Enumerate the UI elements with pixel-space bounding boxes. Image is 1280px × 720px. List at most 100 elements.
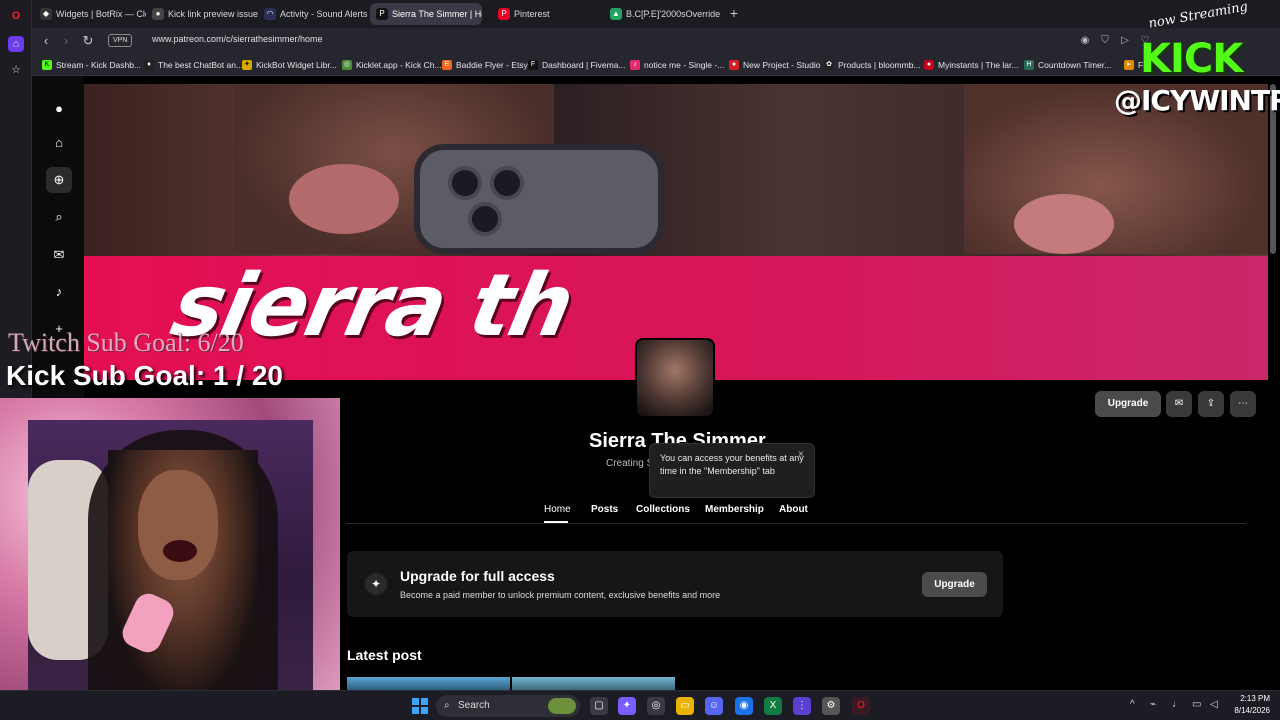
vpn-badge[interactable]: VPN: [108, 34, 133, 47]
tab-membership[interactable]: Membership: [705, 504, 764, 515]
bell-icon[interactable]: ♪: [50, 283, 68, 301]
more-icon[interactable]: ⋯: [1230, 391, 1256, 417]
camera-icon[interactable]: ◉: [1078, 34, 1092, 48]
opera-icon[interactable]: O: [852, 697, 870, 715]
bloom-icon: ✿: [824, 60, 834, 70]
tab-soundalerts[interactable]: ◠ Activity - Sound Alerts: [258, 3, 370, 25]
display-icon[interactable]: ▭: [1192, 699, 1201, 710]
bookmark-item[interactable]: ● Myinstants | The lar...: [924, 58, 1018, 72]
bookmark-label: notice me - Single -...: [644, 60, 725, 70]
bookmark-label: KickBot Widget Libr...: [256, 60, 337, 70]
bookmark-item[interactable]: ◎ Kicklet.app - Kick Ch...: [342, 58, 442, 72]
tab-posts[interactable]: Posts: [591, 504, 618, 515]
excel-icon[interactable]: X: [764, 697, 782, 715]
opera-logo-icon[interactable]: O: [8, 8, 24, 24]
workspace-icon[interactable]: ⌂: [8, 36, 24, 52]
share-icon[interactable]: ⇪: [1198, 391, 1224, 417]
search-highlight-icon: [548, 698, 576, 714]
bookmark-label: Products | bloommb...: [838, 60, 921, 70]
kick-sub-goal: Kick Sub Goal: 1 / 20: [6, 360, 283, 391]
tray-chevron-icon[interactable]: ^: [1130, 699, 1135, 710]
tab-home[interactable]: Home: [544, 504, 571, 515]
post-thumbnail[interactable]: [512, 677, 675, 690]
tab-bar: ◆ Widgets | BotRix — Cloud ● Kick link p…: [32, 0, 1280, 28]
bookmark-label: Baddie Flyer - Etsy: [456, 60, 528, 70]
drive-icon: ▲: [610, 8, 622, 20]
windows-start-icon[interactable]: [412, 698, 428, 714]
bookmark-item[interactable]: ✿ Products | bloommb...: [824, 58, 921, 72]
creator-subtitle: Creating S: [606, 458, 654, 469]
active-tab-indicator: [544, 521, 568, 523]
botrix-icon: ◆: [40, 8, 52, 20]
tab-about[interactable]: About: [779, 504, 808, 515]
bookmark-item[interactable]: K Stream - Kick Dashb...: [42, 58, 141, 72]
etsy-icon: E: [442, 60, 452, 70]
soundalerts-icon: ◠: [264, 8, 276, 20]
github-icon: ●: [152, 8, 164, 20]
tab-drive[interactable]: ▲ B.C[P.E]'2000sOverrides'P: [604, 3, 720, 25]
bookmark-item[interactable]: E Baddie Flyer - Etsy: [442, 58, 528, 72]
bookmark-item[interactable]: F Dashboard | Fivema...: [528, 58, 625, 72]
copilot-icon[interactable]: ✦: [618, 697, 636, 715]
tab-botrix[interactable]: ◆ Widgets | BotRix — Cloud: [34, 3, 146, 25]
volume-icon[interactable]: ◁: [1210, 699, 1218, 710]
tab-patreon[interactable]: P Sierra The Simmer | Home: [370, 3, 482, 25]
creator-avatar[interactable]: [635, 338, 715, 418]
task-view-icon[interactable]: ▢: [590, 697, 608, 715]
url-field[interactable]: www.patreon.com/c/sierrathesimmer/home: [152, 34, 323, 44]
clock-time[interactable]: 2:13 PM: [1238, 694, 1270, 703]
mic-tray-icon[interactable]: ♩: [1172, 699, 1182, 710]
tab-pinterest[interactable]: P Pinterest: [492, 3, 604, 25]
bookmark-item[interactable]: H Countdown Timer...: [1024, 58, 1111, 72]
play-icon[interactable]: ▷: [1118, 34, 1132, 48]
settings-gear-icon[interactable]: ⚙: [822, 697, 840, 715]
post-thumbnail[interactable]: [347, 677, 510, 690]
bookmark-label: New Project - Studio: [743, 60, 821, 70]
extra-icon: ▸: [1124, 60, 1134, 70]
bookmark-item[interactable]: ♦ The best ChatBot an...: [144, 58, 243, 72]
banner-lips-right: [1014, 194, 1114, 254]
creator-tabs: Home Posts Collections Membership About: [346, 502, 1246, 524]
mail-icon[interactable]: ✉: [1166, 391, 1192, 417]
tab-label: Kick link preview issue: [168, 9, 258, 19]
search-icon[interactable]: ⌕: [50, 208, 68, 226]
tab-github[interactable]: ● Kick link preview issue: [146, 3, 258, 25]
upgrade-button[interactable]: Upgrade: [1095, 391, 1161, 417]
bookmark-label: Dashboard | Fivema...: [542, 60, 626, 70]
upgrade-card-button[interactable]: Upgrade: [922, 572, 987, 597]
file-explorer-icon[interactable]: ▭: [676, 697, 694, 715]
phone-camera: [468, 202, 502, 236]
address-bar: ‹ › ↻ VPN www.patreon.com/c/sierrathesim…: [32, 28, 1280, 54]
bookmark-star-icon[interactable]: ☆: [8, 62, 24, 78]
webcam-face: [138, 470, 218, 580]
reload-icon[interactable]: ↻: [80, 33, 96, 49]
chat-icon[interactable]: ✉: [50, 246, 68, 264]
taskbar-search-label: Search: [458, 700, 490, 711]
bookmark-item[interactable]: ● New Project - Studio: [729, 58, 820, 72]
discord-icon[interactable]: ☺: [705, 697, 723, 715]
clock-date[interactable]: 8/14/2026: [1228, 706, 1270, 715]
patreon-logo-icon[interactable]: ●: [50, 100, 68, 118]
chrome-icon[interactable]: ◉: [735, 697, 753, 715]
back-icon[interactable]: ‹: [38, 33, 54, 49]
network-icon[interactable]: ⌁: [1150, 699, 1156, 710]
pinterest-icon: P: [498, 8, 510, 20]
apps-grid-icon[interactable]: ⋮: [793, 697, 811, 715]
taskbar-search[interactable]: ⌕ Search: [436, 695, 580, 717]
home-icon[interactable]: ⌂: [50, 134, 68, 152]
banner-phone: [414, 144, 664, 254]
forward-icon[interactable]: ›: [58, 33, 74, 49]
new-tab-button[interactable]: +: [726, 5, 742, 21]
bookmark-label: Stream - Kick Dashb...: [56, 60, 142, 70]
tab-collections[interactable]: Collections: [636, 504, 690, 515]
bookmark-item[interactable]: ♪ notice me - Single -...: [630, 58, 724, 72]
patreon-icon: P: [376, 8, 388, 20]
music-icon: ♪: [630, 60, 640, 70]
latest-post-heading: Latest post: [347, 647, 422, 663]
obs-icon[interactable]: ◎: [647, 697, 665, 715]
close-icon[interactable]: ×: [798, 448, 804, 461]
bookmark-item[interactable]: ✦ KickBot Widget Libr...: [242, 58, 337, 72]
webcam-feed: [28, 420, 313, 693]
shield-icon[interactable]: ⛉: [1098, 34, 1112, 48]
globe-icon[interactable]: ⊕: [46, 167, 72, 193]
